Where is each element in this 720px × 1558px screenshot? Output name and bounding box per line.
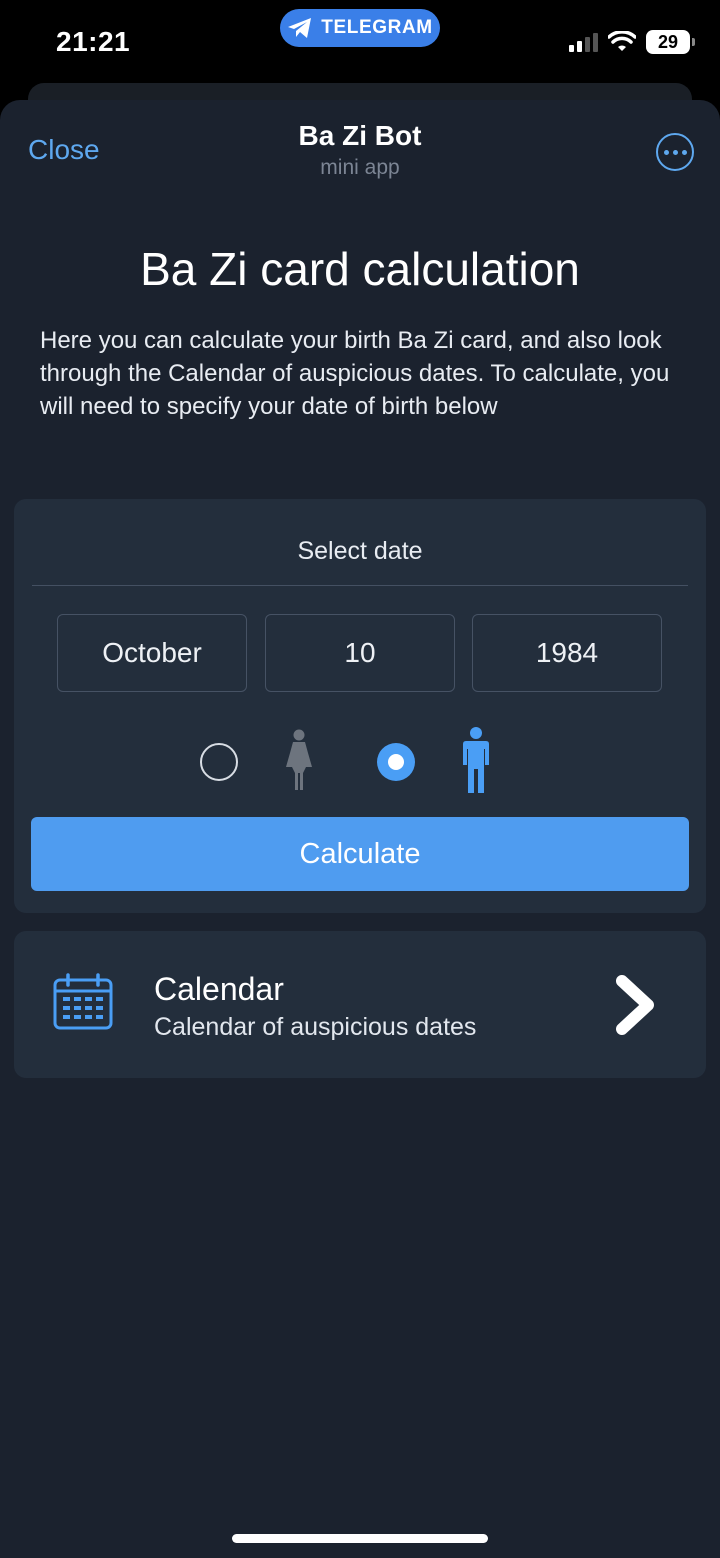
ellipsis-icon	[663, 149, 669, 155]
page-description: Here you can calculate your birth Ba Zi …	[40, 327, 670, 420]
calendar-card[interactable]: Calendar Calendar of auspicious dates	[14, 931, 706, 1078]
status-bar: 21:21 TELEGRAM 29	[0, 0, 720, 86]
female-icon	[286, 729, 312, 790]
status-time: 21:21	[56, 26, 131, 57]
home-indicator[interactable]	[232, 1534, 488, 1543]
battery-icon: 29	[646, 30, 695, 54]
status-indicators: 29	[569, 30, 695, 54]
gender-female-radio[interactable]	[200, 743, 238, 781]
month-select[interactable]: October	[57, 614, 247, 692]
bot-title: Ba Zi Bot	[298, 120, 422, 151]
wifi-icon	[608, 31, 636, 51]
chevron-right-icon	[616, 975, 654, 1035]
date-selection-card: Select date October 10 1984 Calculate	[14, 499, 706, 913]
page-title: Ba Zi card calculation	[140, 243, 580, 295]
calculate-button[interactable]: Calculate	[31, 817, 689, 891]
cellular-signal-icon	[569, 32, 598, 52]
calendar-icon	[53, 973, 113, 1030]
bot-subtitle: mini app	[320, 156, 400, 179]
source-app-label: TELEGRAM	[321, 17, 433, 38]
divider	[32, 585, 688, 586]
male-icon	[463, 727, 489, 793]
calendar-subtitle: Calendar of auspicious dates	[154, 1013, 477, 1041]
telegram-icon	[288, 18, 312, 38]
day-select[interactable]: 10	[265, 614, 455, 692]
year-select[interactable]: 1984	[472, 614, 662, 692]
mini-app-sheet: Close Ba Zi Bot mini app Ba Zi card calc…	[0, 100, 720, 1558]
more-options-button[interactable]	[656, 133, 694, 171]
select-date-label: Select date	[297, 537, 423, 565]
calendar-title: Calendar	[154, 971, 284, 1007]
telegram-back-pill[interactable]: TELEGRAM	[280, 9, 440, 47]
header-title-block: Ba Zi Bot mini app	[0, 120, 720, 180]
gender-male-radio[interactable]	[377, 743, 415, 781]
